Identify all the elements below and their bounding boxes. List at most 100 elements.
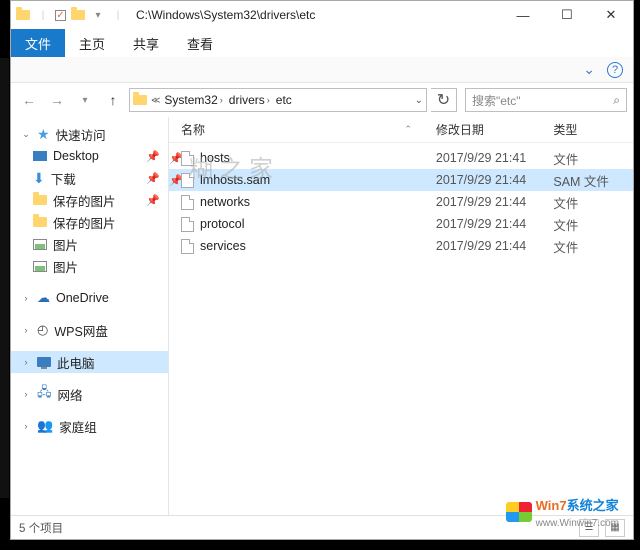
picture-icon <box>33 261 47 272</box>
tab-file[interactable]: 文件 <box>11 29 65 57</box>
network-icon: 🖧 <box>37 383 52 405</box>
file-row[interactable]: protocol2017/9/29 21:44文件 <box>169 213 633 235</box>
file-icon <box>181 173 194 188</box>
file-name: networks <box>200 195 250 209</box>
file-row[interactable]: networks2017/9/29 21:44文件 <box>169 191 633 213</box>
col-name[interactable]: 名称⌃ <box>181 121 436 138</box>
sort-asc-icon: ⌃ <box>404 124 412 135</box>
qat-folder-icon[interactable] <box>70 7 86 23</box>
view-icons-button[interactable]: ▦ <box>605 519 625 537</box>
file-date: 2017/9/29 21:41 <box>436 151 553 165</box>
file-type: 文件 <box>553 149 633 168</box>
file-type: SAM 文件 <box>553 171 633 190</box>
refresh-button[interactable]: ↻ <box>431 88 457 112</box>
nav-back-icon[interactable]: ← <box>17 88 41 112</box>
expand-icon[interactable]: › <box>21 325 31 335</box>
file-type: 文件 <box>553 237 633 256</box>
sidebar-network[interactable]: ›🖧网络 <box>11 383 168 405</box>
expand-icon[interactable]: › <box>21 421 31 431</box>
tab-view[interactable]: 查看 <box>173 29 227 57</box>
sidebar-thispc[interactable]: ›此电脑 <box>11 351 168 373</box>
nav-up-icon[interactable]: ↑ <box>101 88 125 112</box>
file-name: hosts <box>200 151 230 165</box>
tab-home[interactable]: 主页 <box>65 29 119 57</box>
sidebar-item-pics2[interactable]: 图片 <box>11 255 168 277</box>
crumb-1[interactable]: drivers› <box>227 93 272 107</box>
search-input[interactable]: 搜索"etc" ⌕ <box>465 88 627 112</box>
tab-share[interactable]: 共享 <box>119 29 173 57</box>
file-type: 文件 <box>553 215 633 234</box>
folder-icon <box>33 217 47 227</box>
sidebar-homegroup[interactable]: ›👥家庭组 <box>11 415 168 437</box>
ribbon-body: ⌄ ? <box>11 57 633 83</box>
star-icon: ★ <box>37 126 50 143</box>
expand-icon[interactable]: ⌄ <box>21 129 31 140</box>
qat-sep: | <box>35 7 51 23</box>
file-type: 文件 <box>553 193 633 212</box>
homegroup-icon: 👥 <box>37 418 53 434</box>
nav-forward-icon[interactable]: → <box>45 88 69 112</box>
sidebar-item-savedpics1[interactable]: 保存的图片📌 <box>11 189 168 211</box>
sidebar-item-pics1[interactable]: 图片 <box>11 233 168 255</box>
crumb-0[interactable]: System32› <box>162 93 224 107</box>
qat-sep2: | <box>110 7 126 23</box>
addr-sep-icon: ≪ <box>151 95 160 106</box>
file-icon <box>181 239 194 254</box>
sidebar: ⌄★快速访问 Desktop📌 ⬇下载📌 保存的图片📌 保存的图片 图片 图片 … <box>11 117 169 515</box>
crumb-2[interactable]: etc <box>274 93 294 107</box>
chevron-right-icon[interactable]: › <box>220 95 223 105</box>
ribbon-expand-icon[interactable]: ⌄ <box>577 61 601 78</box>
sidebar-quick-access[interactable]: ⌄★快速访问 <box>11 123 168 145</box>
sidebar-item-desktop[interactable]: Desktop📌 <box>11 145 168 167</box>
addr-drop-icon[interactable]: ⌄ <box>415 95 423 106</box>
explorer-window: | ✓ ▾ | C:\Windows\System32\drivers\etc … <box>10 0 634 540</box>
pin-icon: 📌 <box>146 172 160 185</box>
search-icon: ⌕ <box>613 93 620 108</box>
file-name: lmhosts.sam <box>200 173 270 187</box>
pin-icon: 📌 <box>146 150 160 163</box>
expand-icon[interactable]: › <box>21 389 31 399</box>
status-bar: 5 个项目 ☰ ▦ <box>11 515 633 539</box>
expand-icon[interactable]: › <box>21 293 31 303</box>
minimize-button[interactable]: — <box>501 1 545 29</box>
help-icon[interactable]: ? <box>607 62 623 78</box>
sidebar-onedrive[interactable]: ›☁OneDrive <box>11 287 168 309</box>
chevron-right-icon[interactable]: › <box>267 95 270 105</box>
status-text: 5 个项目 <box>19 520 63 536</box>
col-type[interactable]: 类型 <box>553 121 633 138</box>
qat-overflow-icon[interactable]: ▾ <box>90 7 106 23</box>
nav-recent-icon[interactable]: ▾ <box>73 88 97 112</box>
file-row[interactable]: 📌lmhosts.sam2017/9/29 21:44SAM 文件 <box>169 169 633 191</box>
picture-icon <box>33 239 47 250</box>
title-bar: | ✓ ▾ | C:\Windows\System32\drivers\etc … <box>11 1 633 29</box>
file-icon <box>181 195 194 210</box>
folder-icon <box>33 195 47 205</box>
desktop-icon <box>33 151 47 161</box>
props-icon[interactable] <box>15 7 31 23</box>
file-row[interactable]: services2017/9/29 21:44文件 <box>169 235 633 257</box>
search-placeholder: 搜索"etc" <box>472 92 521 109</box>
sidebar-item-downloads[interactable]: ⬇下载📌 <box>11 167 168 189</box>
file-icon <box>181 151 194 166</box>
nav-row: ← → ▾ ↑ ≪ System32› drivers› etc ⌄ ↻ 搜索"… <box>11 83 633 117</box>
window-title: C:\Windows\System32\drivers\etc <box>130 8 501 22</box>
file-date: 2017/9/29 21:44 <box>436 173 553 187</box>
file-icon <box>181 217 194 232</box>
col-date[interactable]: 修改日期 <box>436 121 553 138</box>
addr-folder-icon <box>133 95 147 105</box>
maximize-button[interactable]: ☐ <box>545 1 589 29</box>
pc-icon <box>37 357 51 367</box>
file-row[interactable]: 📌hosts2017/9/29 21:41文件 <box>169 147 633 169</box>
view-details-button[interactable]: ☰ <box>579 519 599 537</box>
download-icon: ⬇ <box>33 170 45 187</box>
sidebar-item-savedpics2[interactable]: 保存的图片 <box>11 211 168 233</box>
ribbon-tabs: 文件 主页 共享 查看 <box>11 29 633 57</box>
column-headers: 名称⌃ 修改日期 类型 <box>169 117 633 143</box>
pin-icon: 📌 <box>146 194 160 207</box>
address-bar[interactable]: ≪ System32› drivers› etc ⌄ <box>129 88 427 112</box>
close-button[interactable]: ✕ <box>589 1 633 29</box>
expand-icon[interactable]: › <box>21 357 31 367</box>
qat-checkbox-icon[interactable]: ✓ <box>55 10 66 21</box>
file-name: protocol <box>200 217 244 231</box>
sidebar-wps[interactable]: ›◴WPS网盘 <box>11 319 168 341</box>
